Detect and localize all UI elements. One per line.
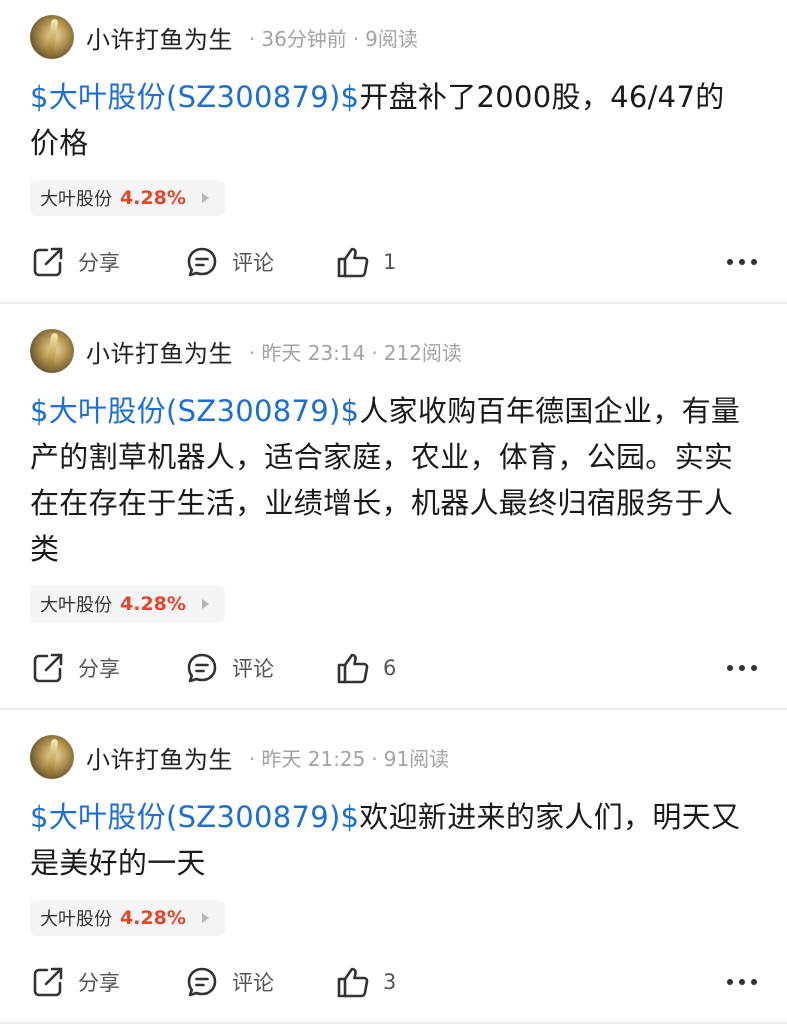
author-name[interactable]: 小许打鱼为生 xyxy=(86,740,233,775)
more-button[interactable] xyxy=(727,962,757,1002)
stock-link[interactable]: $大叶股份(SZ300879)$ xyxy=(30,394,359,428)
like-count: 3 xyxy=(383,970,397,994)
like-count: 1 xyxy=(383,250,397,274)
read-count: 91阅读 xyxy=(383,746,450,771)
avatar[interactable] xyxy=(30,735,74,779)
like-count: 6 xyxy=(383,656,397,680)
more-button[interactable] xyxy=(727,242,757,282)
post-header: 小许打鱼为生 · 昨天 21:25 · 91阅读 xyxy=(30,734,449,780)
post-content[interactable]: $大叶股份(SZ300879)$人家收购百年德国企业，有量产的割草机器人，适合家… xyxy=(30,388,760,572)
action-bar: 分享 评论 6 xyxy=(30,648,757,688)
share-icon xyxy=(33,247,63,277)
comment-button[interactable]: 评论 xyxy=(184,648,274,688)
thumbs-up-icon xyxy=(337,653,369,684)
action-bar: 分享 评论 3 xyxy=(30,962,757,1002)
comment-label: 评论 xyxy=(232,251,274,275)
comment-label: 评论 xyxy=(232,971,274,995)
comment-button[interactable]: 评论 xyxy=(184,242,274,282)
post-content[interactable]: $大叶股份(SZ300879)$开盘补了2000股，46/47的价格 xyxy=(30,74,750,166)
comment-icon xyxy=(187,247,217,277)
action-bar: 分享 评论 1 xyxy=(30,242,757,282)
post-card[interactable]: 小许打鱼为生 · 36分钟前 · 9阅读 $大叶股份(SZ300879)$开盘补了20… xyxy=(0,0,787,302)
stock-tag-change: 4.28% xyxy=(120,187,186,209)
stock-tag[interactable]: 大叶股份 4.28% xyxy=(30,900,225,936)
more-dots-icon xyxy=(727,665,757,671)
post-time: 昨天 21:25 xyxy=(261,746,366,771)
avatar[interactable] xyxy=(30,329,74,373)
like-button[interactable]: 1 xyxy=(335,242,396,282)
thumbs-up-icon xyxy=(337,247,369,278)
more-button[interactable] xyxy=(727,648,757,688)
more-dots-icon xyxy=(727,979,757,985)
post-feed: 小许打鱼为生 · 36分钟前 · 9阅读 $大叶股份(SZ300879)$开盘补了20… xyxy=(0,0,787,1024)
share-button[interactable]: 分享 xyxy=(30,648,120,688)
comment-button[interactable]: 评论 xyxy=(184,962,274,1002)
post-divider xyxy=(0,708,787,710)
share-label: 分享 xyxy=(78,251,120,275)
play-arrow-icon xyxy=(201,913,209,923)
avatar[interactable] xyxy=(30,15,74,59)
share-label: 分享 xyxy=(78,657,120,681)
stock-tag-name: 大叶股份 xyxy=(40,189,112,210)
comment-icon xyxy=(187,653,217,683)
author-name[interactable]: 小许打鱼为生 xyxy=(86,334,233,369)
share-button[interactable]: 分享 xyxy=(30,962,120,1002)
read-count: 9阅读 xyxy=(365,26,418,51)
stock-link[interactable]: $大叶股份(SZ300879)$ xyxy=(30,800,359,834)
share-label: 分享 xyxy=(78,971,120,995)
more-dots-icon xyxy=(727,259,757,265)
like-button[interactable]: 3 xyxy=(335,962,396,1002)
share-icon xyxy=(33,967,63,997)
stock-tag-change: 4.28% xyxy=(120,907,186,929)
post-header: 小许打鱼为生 · 昨天 23:14 · 212阅读 xyxy=(30,328,462,374)
post-time: 36分钟前 xyxy=(261,26,347,51)
share-icon xyxy=(33,653,63,683)
post-content[interactable]: $大叶股份(SZ300879)$欢迎新进来的家人们，明天又是美好的一天 xyxy=(30,794,760,886)
comment-label: 评论 xyxy=(232,657,274,681)
thumbs-up-icon xyxy=(337,967,369,998)
post-meta: · 36分钟前 · 9阅读 xyxy=(249,26,418,51)
stock-tag[interactable]: 大叶股份 4.28% xyxy=(30,586,225,622)
post-divider xyxy=(0,302,787,304)
play-arrow-icon xyxy=(201,193,209,203)
post-card[interactable]: 小许打鱼为生 · 昨天 21:25 · 91阅读 $大叶股份(SZ300879)$欢迎… xyxy=(0,720,787,1024)
post-card[interactable]: 小许打鱼为生 · 昨天 23:14 · 212阅读 $大叶股份(SZ300879)$人… xyxy=(0,314,787,708)
stock-tag-name: 大叶股份 xyxy=(40,909,112,930)
stock-link[interactable]: $大叶股份(SZ300879)$ xyxy=(30,80,359,114)
stock-tag-name: 大叶股份 xyxy=(40,595,112,616)
like-button[interactable]: 6 xyxy=(335,648,396,688)
read-count: 212阅读 xyxy=(383,340,462,365)
post-time: 昨天 23:14 xyxy=(261,340,366,365)
play-arrow-icon xyxy=(201,599,209,609)
stock-tag[interactable]: 大叶股份 4.28% xyxy=(30,180,225,216)
stock-tag-change: 4.28% xyxy=(120,593,186,615)
comment-icon xyxy=(187,967,217,997)
post-meta: · 昨天 21:25 · 91阅读 xyxy=(249,746,450,771)
author-name[interactable]: 小许打鱼为生 xyxy=(86,20,233,55)
post-header: 小许打鱼为生 · 36分钟前 · 9阅读 xyxy=(30,14,418,60)
post-meta: · 昨天 23:14 · 212阅读 xyxy=(249,340,462,365)
share-button[interactable]: 分享 xyxy=(30,242,120,282)
